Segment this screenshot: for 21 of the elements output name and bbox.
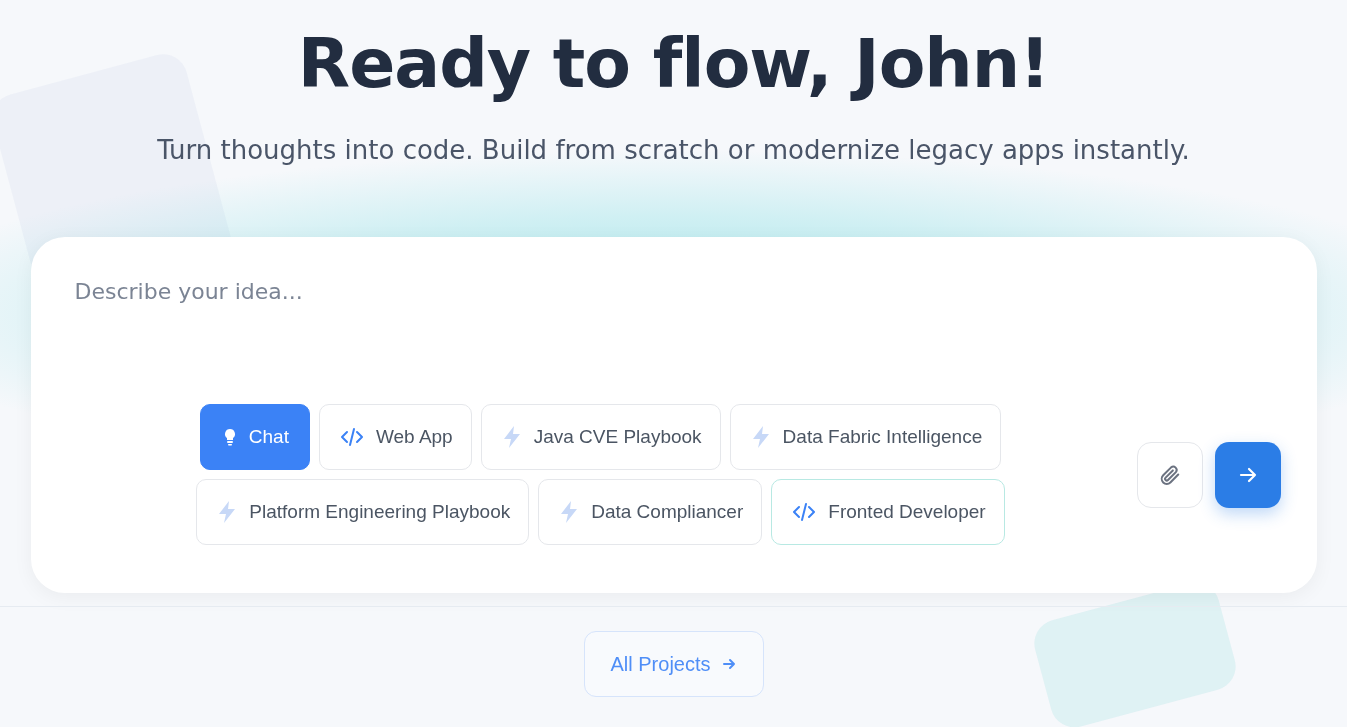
lightbulb-icon (222, 428, 237, 446)
lightning-icon (501, 425, 522, 449)
mode-chip[interactable]: Data Compliancer (538, 479, 763, 545)
code-icon (339, 427, 364, 447)
page-subheading: Turn thoughts into code. Build from scratch or modernize legacy apps instantly. (157, 134, 1190, 167)
lightning-icon (750, 425, 771, 449)
page-heading: Ready to flow, John! (297, 23, 1050, 105)
arrow-right-icon (720, 656, 737, 672)
mode-chip[interactable]: Fronted Developer (771, 479, 1005, 545)
code-icon (792, 502, 817, 522)
idea-input-field[interactable]: Describe your idea... Chat Web App Java CVE Playbook Data Fabric Intelligence Platform Engineering Playbook Data Compliancer Fronted Developer (30, 237, 1317, 593)
mode-chip[interactable]: Java CVE Playbook (480, 404, 721, 470)
mode-chip[interactable]: Web App (318, 404, 472, 470)
send-button[interactable] (1214, 441, 1281, 508)
mode-chip[interactable]: Data Fabric Intelligence (729, 404, 1002, 470)
lightning-icon (217, 500, 238, 524)
attach-button[interactable] (1136, 441, 1203, 508)
mode-chip[interactable]: Platform Engineering Playbook (196, 479, 530, 545)
paperclip-icon (1158, 463, 1181, 486)
lightning-icon (559, 500, 580, 524)
mode-chip[interactable]: Chat (199, 404, 310, 470)
